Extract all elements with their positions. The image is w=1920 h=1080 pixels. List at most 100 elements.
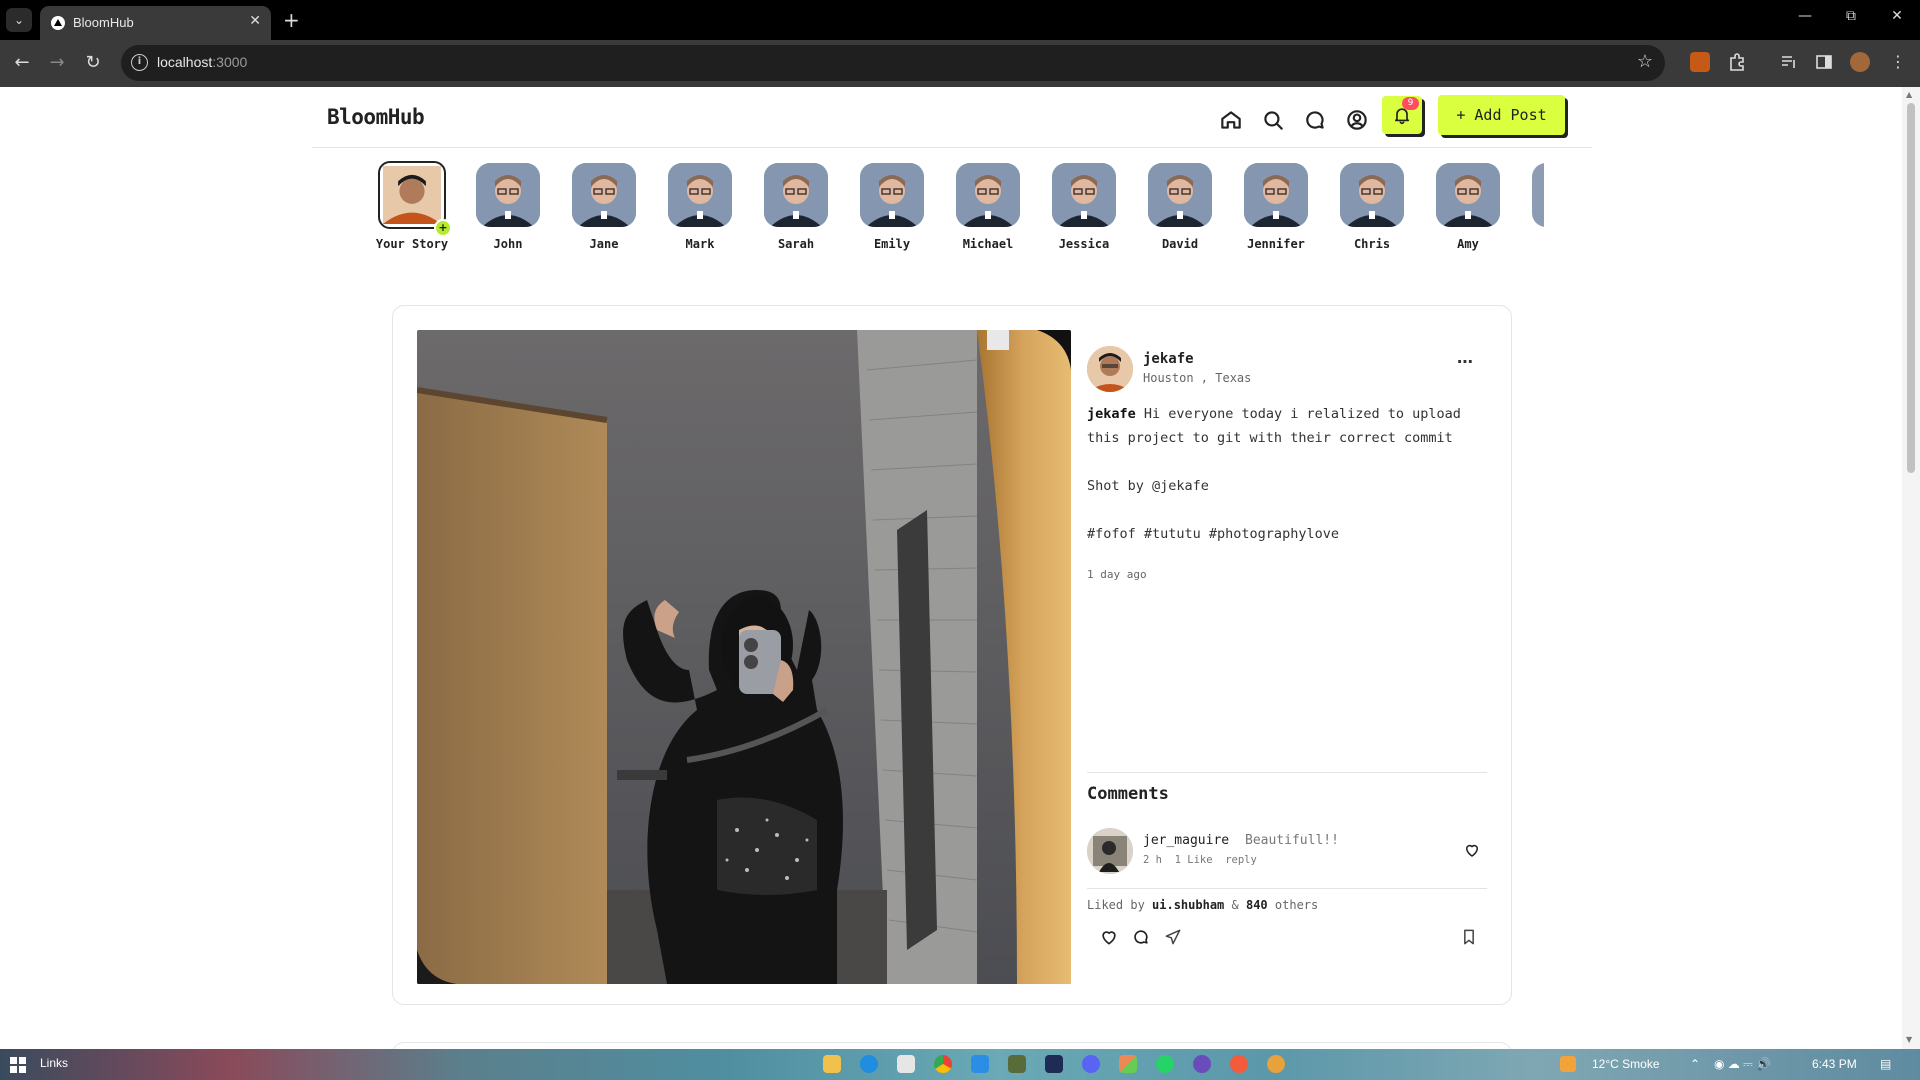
story-name: David: [1161, 237, 1199, 251]
author-location: Houston , Texas: [1143, 371, 1252, 385]
reload-button[interactable]: ↻: [80, 50, 106, 76]
extension-fox-icon[interactable]: [1690, 52, 1710, 72]
story-name: Chris: [1353, 237, 1391, 251]
vscode-icon[interactable]: [971, 1055, 989, 1073]
post-image[interactable]: [417, 330, 1071, 984]
liked-count: 840: [1245, 898, 1268, 912]
like-heart-icon[interactable]: [1099, 927, 1119, 947]
liked-by-user[interactable]: ui.shubham: [1152, 898, 1224, 912]
site-info-icon[interactable]: i: [131, 54, 148, 71]
comment-meta: 2 h 1 Like reply: [1143, 854, 1257, 866]
add-post-button[interactable]: + Add Post: [1438, 95, 1565, 135]
home-icon[interactable]: [1218, 107, 1244, 133]
story-avatar[interactable]: [956, 163, 1020, 227]
messages-icon[interactable]: [1302, 107, 1328, 133]
story-avatar[interactable]: [1052, 163, 1116, 227]
comment-heart-icon[interactable]: [1463, 841, 1481, 859]
app-logo[interactable]: BloomHub: [327, 105, 425, 129]
bookmark-icon[interactable]: [1459, 927, 1479, 947]
restore-button[interactable]: ⧉: [1836, 8, 1866, 24]
comment-text: Beautifull!!: [1245, 833, 1339, 848]
author-avatar[interactable]: [1087, 346, 1133, 392]
forward-button[interactable]: →: [44, 50, 70, 76]
caption-shot-by: Shot by @jekafe: [1087, 478, 1209, 494]
post-time: 1 day ago: [1087, 568, 1147, 581]
address-bar[interactable]: i localhost:3000 ☆: [121, 45, 1665, 81]
story-name: Michael: [962, 237, 1014, 251]
story-name: Amy: [1457, 237, 1479, 251]
minimize-button[interactable]: —: [1790, 8, 1820, 24]
tray-icons[interactable]: ◉ ☁ ⎓ 🔊: [1714, 1057, 1771, 1072]
media-control-icon[interactable]: [1779, 52, 1799, 72]
tab-close-icon[interactable]: ✕: [249, 13, 261, 29]
clock-text[interactable]: 6:43 PM: [1812, 1057, 1857, 1071]
notification-center-icon[interactable]: ▤: [1880, 1057, 1891, 1071]
page-scrollbar[interactable]: ▲ ▼: [1902, 87, 1920, 1049]
whatsapp-icon[interactable]: [1156, 1055, 1174, 1073]
comments-heading: Comments: [1087, 784, 1169, 804]
back-button[interactable]: ←: [9, 50, 35, 76]
liked-by-summary: Liked by ui.shubham & 840 others: [1087, 898, 1319, 912]
story-avatar[interactable]: [764, 163, 828, 227]
story-avatar[interactable]: [572, 163, 636, 227]
notification-badge: 9: [1402, 97, 1419, 110]
app-orange-icon[interactable]: [1230, 1055, 1248, 1073]
bookmark-star-icon[interactable]: ☆: [1637, 51, 1653, 72]
edge-icon[interactable]: [860, 1055, 878, 1073]
weather-icon[interactable]: [1560, 1056, 1576, 1072]
window-close-button[interactable]: ✕: [1882, 8, 1912, 24]
profile-avatar[interactable]: [1850, 52, 1870, 72]
browser-toolbar: ← → ↻ i localhost:3000 ☆ ⋮: [0, 40, 1920, 87]
tab-search-button[interactable]: ⌄: [6, 8, 32, 32]
more-options-icon[interactable]: ⋯: [1457, 352, 1474, 371]
app-bird-icon[interactable]: [1267, 1055, 1285, 1073]
page: BloomHub 9 + Add Post + Your Story John Jan…: [0, 87, 1902, 1049]
discord-icon[interactable]: [1082, 1055, 1100, 1073]
comment-likes[interactable]: 1 Like: [1175, 854, 1213, 866]
app-header: BloomHub 9 + Add Post: [312, 87, 1592, 148]
taskbar-links-label[interactable]: Links: [40, 1056, 68, 1070]
story-name: Mark: [685, 237, 715, 251]
scroll-thumb[interactable]: [1907, 103, 1915, 473]
story-avatar[interactable]: [476, 163, 540, 227]
browser-menu-icon[interactable]: ⋮: [1888, 52, 1908, 72]
file-explorer-icon[interactable]: [823, 1055, 841, 1073]
author-name[interactable]: jekafe: [1143, 351, 1194, 367]
extensions-puzzle-icon[interactable]: [1727, 52, 1747, 72]
tray-chevron-icon[interactable]: ⌃: [1690, 1057, 1700, 1071]
chrome-icon[interactable]: [934, 1055, 952, 1073]
add-story-plus-icon[interactable]: +: [434, 219, 452, 237]
store-icon[interactable]: [897, 1055, 915, 1073]
comment-bubble-icon[interactable]: [1131, 927, 1151, 947]
story-avatar[interactable]: [1148, 163, 1212, 227]
app-purple-icon[interactable]: [1193, 1055, 1211, 1073]
browser-tab[interactable]: BloomHub ✕: [40, 6, 271, 40]
windows-taskbar: Links 12°C Smoke ⌃ ◉ ☁ ⎓ 🔊 6:43 PM ▤: [0, 1049, 1920, 1080]
caption-text: Hi everyone today i relalized to upload …: [1087, 406, 1461, 446]
scroll-up-arrow[interactable]: ▲: [1906, 90, 1912, 99]
profile-icon[interactable]: [1344, 107, 1370, 133]
weather-text[interactable]: 12°C Smoke: [1592, 1057, 1660, 1071]
app-cube-icon[interactable]: [1008, 1055, 1026, 1073]
story-avatar[interactable]: [668, 163, 732, 227]
story-name: Sarah: [777, 237, 815, 251]
app-dark-icon[interactable]: [1045, 1055, 1063, 1073]
scroll-down-arrow[interactable]: ▼: [1906, 1035, 1912, 1044]
story-avatar[interactable]: [1340, 163, 1404, 227]
windows-start-icon[interactable]: [10, 1057, 26, 1073]
story-avatar[interactable]: [1532, 163, 1544, 227]
search-icon[interactable]: [1260, 107, 1286, 133]
caption-author[interactable]: jekafe: [1087, 406, 1136, 422]
app-tiles-icon[interactable]: [1119, 1055, 1137, 1073]
comment-avatar[interactable]: [1087, 828, 1133, 874]
comment-username[interactable]: jer_maguire: [1143, 833, 1229, 848]
share-send-icon[interactable]: [1163, 927, 1183, 947]
notifications-button[interactable]: 9: [1382, 96, 1422, 134]
story-avatar[interactable]: [378, 161, 446, 229]
side-panel-icon[interactable]: [1814, 52, 1834, 72]
story-avatar[interactable]: [1436, 163, 1500, 227]
story-avatar[interactable]: [860, 163, 924, 227]
story-avatar[interactable]: [1244, 163, 1308, 227]
new-tab-button[interactable]: +: [283, 8, 300, 32]
comment-reply-link[interactable]: reply: [1225, 854, 1257, 866]
